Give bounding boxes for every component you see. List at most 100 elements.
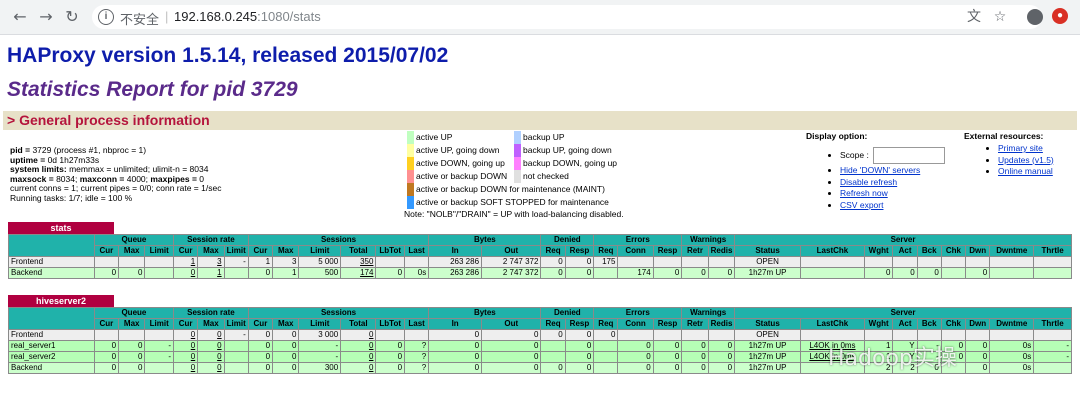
legend-label: not checked [523, 171, 569, 181]
cell-value: 0 [534, 341, 539, 351]
table-cell [593, 362, 619, 374]
cell-value[interactable]: 350 [360, 258, 373, 267]
proxy-name-hiveserver2[interactable]: hiveserver2 [8, 295, 114, 307]
extension-icon[interactable]: ● [1052, 8, 1068, 24]
cell-value: 0 [534, 352, 539, 362]
cell-value: 500 [324, 268, 339, 278]
online-manual-link[interactable]: Online manual [998, 166, 1053, 176]
table-cell: 0 [652, 267, 683, 279]
cell-value[interactable]: 0 [191, 353, 195, 362]
cell-value[interactable]: 1 [217, 269, 221, 278]
table-cell: 2 747 372 [481, 256, 542, 268]
row-name[interactable]: Frontend [8, 329, 95, 341]
reload-icon[interactable]: ↻ [62, 7, 82, 27]
refresh-now-link[interactable]: Refresh now [840, 188, 888, 198]
maxsock-label: maxsock = [10, 173, 57, 184]
updates-link[interactable]: Updates (v1.5) [998, 155, 1054, 165]
bookmark-star-icon[interactable]: ☆ [990, 7, 1010, 27]
back-icon[interactable]: ← [10, 7, 30, 27]
scope-input[interactable] [872, 147, 945, 165]
table-cell [375, 256, 406, 268]
limits-label: system limits: [10, 164, 67, 175]
legend-label: active or backup SOFT STOPPED for mainte… [416, 197, 609, 207]
table-cell [593, 267, 619, 279]
hide-down-link[interactable]: Hide 'DOWN' servers [840, 165, 920, 175]
cell-value: 0 [982, 363, 988, 373]
forward-icon[interactable]: → [36, 7, 56, 27]
table-cell: 0 [481, 340, 542, 352]
cell-value[interactable]: 0 [191, 342, 195, 351]
translate-icon[interactable]: 文 [964, 7, 984, 27]
column-group-header: Bytes [428, 234, 542, 246]
cell-value: 0 [111, 352, 117, 362]
cell-value[interactable]: 0 [369, 353, 373, 362]
info-icon[interactable]: i [98, 9, 114, 25]
primary-site-link[interactable]: Primary site [998, 143, 1043, 153]
column-header: Cur [247, 318, 274, 330]
column-header: Limit [298, 245, 342, 257]
cell-value[interactable]: 0 [217, 353, 221, 362]
profile-avatar-icon[interactable] [1027, 9, 1043, 25]
row-name[interactable]: Backend [8, 362, 95, 374]
table-cell: 0 [340, 362, 377, 374]
cell-value[interactable]: 0 [217, 364, 221, 373]
row-name[interactable]: real_server2 [8, 351, 95, 363]
cell-value: 0 [137, 341, 143, 351]
cell-value[interactable]: 0 [191, 364, 195, 373]
cell-value[interactable]: 0 [369, 364, 373, 373]
column-header: Chk [940, 245, 967, 257]
table-cell [652, 256, 683, 268]
legend-swatch [407, 131, 414, 144]
cell-value[interactable]: 0 [369, 331, 373, 340]
table-cell [144, 329, 174, 341]
security-label: 不安全 [120, 12, 160, 27]
cell-value[interactable]: 1 [191, 258, 195, 267]
table-cell: 0 [340, 329, 377, 341]
url-text[interactable]: 192.168.0.245:1080/stats [174, 9, 321, 24]
proxy-name-stats[interactable]: stats [8, 222, 114, 234]
table-row[interactable]: Backend 0 0 0 1 0 1 500 174 0 0s 263 286 2 747 372 0 0… [8, 267, 1072, 279]
table-cell: 0 [375, 267, 406, 279]
table-cell: 0 [681, 351, 709, 363]
cell-value: 0s [417, 268, 427, 278]
cell-value[interactable]: 0 [369, 342, 373, 351]
cell-value[interactable]: 3 [217, 258, 221, 267]
cell-value[interactable]: 0 [191, 331, 195, 340]
cell-value[interactable]: 174 [360, 269, 373, 278]
cell-value: 0 [265, 330, 271, 340]
row-name[interactable]: real_server1 [8, 340, 95, 352]
table-row[interactable]: Frontend 1 3-1 3 5 000 350 263 286 2 747 372 0 0 1… [8, 256, 1072, 268]
column-group-header: Errors [593, 234, 683, 246]
column-header: Cur [172, 318, 199, 330]
table-cell [617, 256, 654, 268]
column-header: Redis [707, 318, 736, 330]
cell-value: 0 [674, 341, 680, 351]
csv-export-link[interactable]: CSV export [840, 200, 883, 210]
table-cell [681, 256, 709, 268]
table-row[interactable]: Frontend 0 0 - 0 0 3 000 0 0 0 0 0 0 OPEN [8, 329, 1072, 341]
table-cell: 263 286 [428, 267, 483, 279]
table-cell: 0 [375, 351, 406, 363]
table-cell: 0 [892, 267, 918, 279]
row-name[interactable]: Backend [8, 267, 95, 279]
url-host: 192.168.0.245 [174, 9, 258, 24]
table-group-header: Queue Session rate Sessions Bytes Denied Erro… [8, 234, 1072, 257]
cell-value: 0 [934, 268, 939, 278]
row-name[interactable]: Frontend [8, 256, 95, 268]
disable-refresh-link[interactable]: Disable refresh [840, 177, 897, 187]
cell-value[interactable]: 0 [217, 342, 221, 351]
cell-value: 1h27m UP [748, 352, 787, 362]
table-cell: 263 286 [428, 256, 483, 268]
table-cell: 175 [593, 256, 619, 268]
cell-value: 0 [291, 341, 297, 351]
column-header: Thrtle [1033, 245, 1072, 257]
table-cell: - [298, 340, 342, 352]
table-cell: - [223, 256, 249, 268]
table-cell [593, 351, 619, 363]
table-cell [800, 267, 865, 279]
cell-value[interactable]: 0 [217, 331, 221, 340]
section-header: > General process information [3, 111, 1077, 130]
cell-value[interactable]: 0 [191, 269, 195, 278]
address-bar[interactable]: i 不安全 | 192.168.0.245:1080/stats [92, 5, 1042, 29]
table-cell: 0 [965, 267, 991, 279]
